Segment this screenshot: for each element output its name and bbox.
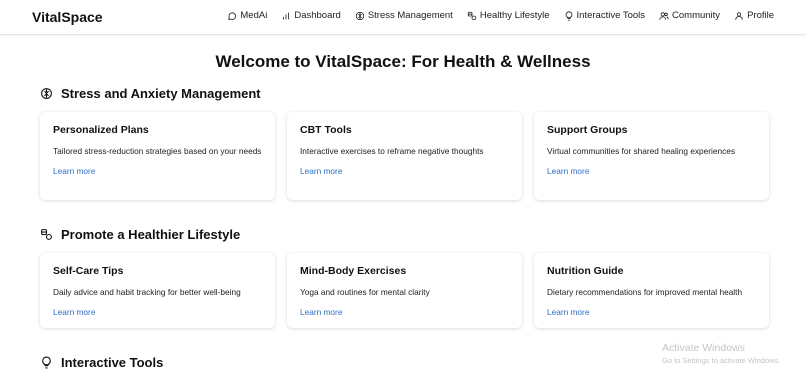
card-personalized-plans: Personalized Plans Tailored stress-reduc… [40,112,275,200]
learn-more-link[interactable]: Learn more [53,166,95,176]
card-description: Daily advice and habit tracking for bett… [53,287,241,297]
activate-windows-watermark: Activate Windows Go to Settings to activ… [662,342,780,365]
learn-more-link[interactable]: Learn more [53,307,95,317]
users-icon [659,11,669,20]
nav-item-label: Healthy Lifestyle [479,10,550,21]
nav-item-stress-management[interactable]: Stress Management [355,10,453,21]
learn-more-link[interactable]: Learn more [300,307,342,317]
section-heading-text: Interactive Tools [61,355,164,370]
card-title: Personalized Plans [53,124,149,136]
watermark-title: Activate Windows [662,342,745,354]
brain-icon [355,11,364,20]
card-description: Tailored stress-reduction strategies bas… [53,146,262,156]
card-mind-body-exercises: Mind-Body Exercises Yoga and routines fo… [287,253,522,328]
nav-item-label: Interactive Tools [576,10,646,21]
nav-item-community[interactable]: Community [659,10,720,21]
card-description: Dietary recommendations for improved men… [547,287,743,297]
learn-more-link[interactable]: Learn more [547,166,589,176]
nav-links: MedAi Dashboard Stress Management Health… [227,10,774,21]
nav-item-interactive-tools[interactable]: Interactive Tools [564,10,645,21]
card-cbt-tools: CBT Tools Interactive exercises to refra… [287,112,522,200]
card-self-care-tips: Self-Care Tips Daily advice and habit tr… [40,253,275,328]
brand-logo-text[interactable]: VitalSpace [32,9,103,25]
nav-item-label: Profile [747,10,774,21]
lightbulb-icon [42,356,51,369]
nav-item-dashboard[interactable]: Dashboard [281,10,341,21]
nav-item-label: Stress Management [367,10,453,21]
nav-item-medai[interactable]: MedAi [227,10,267,21]
card-description: Virtual communities for shared healing e… [547,146,736,156]
bar-chart-icon [283,12,290,19]
nav-item-label: Community [672,10,721,21]
section-heading-stress: Stress and Anxiety Management [40,86,261,101]
page-title: Welcome to VitalSpace: For Health & Well… [215,52,591,71]
section-heading-text: Promote a Healthier Lifestyle [61,227,241,242]
user-icon [735,11,743,20]
card-title: CBT Tools [300,124,352,136]
pills-icon [41,229,52,240]
nav-item-profile[interactable]: Profile [734,10,774,21]
watermark-subtitle: Go to Settings to activate Windows. [662,356,781,365]
section-heading-interactive-tools: Interactive Tools [40,355,163,370]
nav-item-healthy-lifestyle[interactable]: Healthy Lifestyle [467,10,550,21]
learn-more-link[interactable]: Learn more [547,307,589,317]
lightbulb-icon [565,10,572,21]
chat-bubble-icon [228,11,237,20]
card-title: Nutrition Guide [547,265,624,277]
pills-icon [467,11,476,20]
card-title: Support Groups [547,124,628,136]
card-description: Yoga and routines for mental clarity [300,287,430,297]
top-navbar: VitalSpace MedAi Dashboard Stress Manage… [0,0,806,35]
nav-item-label: MedAi [240,10,268,21]
card-description: Interactive exercises to reframe negativ… [300,146,484,156]
section-heading-lifestyle: Promote a Healthier Lifestyle [40,227,240,242]
card-support-groups: Support Groups Virtual communities for s… [534,112,769,200]
section-heading-text: Stress and Anxiety Management [61,86,261,101]
learn-more-link[interactable]: Learn more [300,166,342,176]
card-title: Mind-Body Exercises [300,265,407,277]
card-nutrition-guide: Nutrition Guide Dietary recommendations … [534,253,769,328]
card-title: Self-Care Tips [53,265,124,277]
brain-icon [41,88,52,99]
nav-item-label: Dashboard [294,10,341,21]
